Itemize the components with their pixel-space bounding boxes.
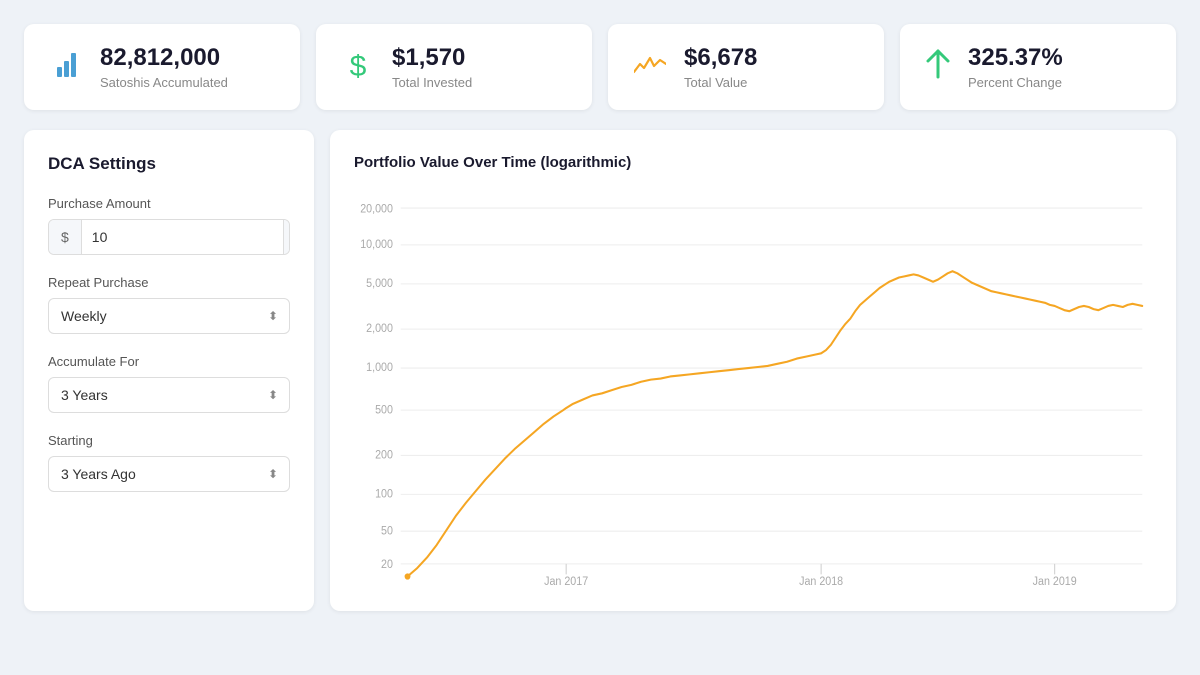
settings-panel: DCA Settings Purchase Amount $ .00 Repea… [24,130,314,611]
purchase-amount-input[interactable] [82,220,283,254]
invested-value: $1,570 [392,44,472,73]
svg-text:100: 100 [375,488,393,500]
svg-text:10,000: 10,000 [360,239,393,251]
satoshis-value: 82,812,000 [100,44,228,73]
accumulate-select-wrapper: 1 Year 2 Years 3 Years 5 Years ⬍ [48,377,290,413]
accumulate-for-label: Accumulate For [48,354,290,369]
total-value-value: $6,678 [684,44,757,73]
percent-card: 325.37% Percent Change [900,24,1176,110]
starting-select[interactable]: 1 Year Ago 2 Years Ago 3 Years Ago 5 Yea… [48,456,290,492]
svg-text:200: 200 [375,449,393,461]
invested-info: $1,570 Total Invested [392,44,472,90]
repeat-purchase-group: Repeat Purchase Daily Weekly Monthly ⬍ [48,275,290,334]
chart-area: 20,000 10,000 5,000 2,000 1,000 500 200 … [354,187,1152,587]
chart-title: Portfolio Value Over Time (logarithmic) [354,154,1152,171]
purchase-amount-group: Purchase Amount $ .00 [48,196,290,255]
svg-text:Jan 2018: Jan 2018 [799,575,843,586]
repeat-purchase-label: Repeat Purchase [48,275,290,290]
settings-title: DCA Settings [48,154,290,174]
total-value-info: $6,678 Total Value [684,44,757,90]
bottom-section: DCA Settings Purchase Amount $ .00 Repea… [24,130,1176,611]
satoshis-card: 82,812,000 Satoshis Accumulated [24,24,300,110]
percent-info: 325.37% Percent Change [968,44,1063,90]
arrow-up-icon [924,47,952,86]
svg-text:1,000: 1,000 [366,362,393,374]
percent-label: Percent Change [968,75,1063,90]
wave-icon [632,51,668,83]
invested-label: Total Invested [392,75,472,90]
svg-text:20,000: 20,000 [360,203,393,215]
dollar-prefix: $ [49,220,82,254]
accumulate-for-group: Accumulate For 1 Year 2 Years 3 Years 5 … [48,354,290,413]
starting-label: Starting [48,433,290,448]
svg-text:Jan 2017: Jan 2017 [544,575,588,586]
dollar-icon: $ [340,50,376,84]
total-value-card: $6,678 Total Value [608,24,884,110]
purchase-amount-input-wrapper: $ .00 [48,219,290,255]
invested-card: $ $1,570 Total Invested [316,24,592,110]
satoshis-label: Satoshis Accumulated [100,75,228,90]
purchase-amount-label: Purchase Amount [48,196,290,211]
top-cards-section: 82,812,000 Satoshis Accumulated $ $1,570… [24,24,1176,110]
repeat-purchase-select-wrapper: Daily Weekly Monthly ⬍ [48,298,290,334]
bar-chart-icon [48,49,84,84]
percent-value: 325.37% [968,44,1063,73]
satoshis-info: 82,812,000 Satoshis Accumulated [100,44,228,90]
svg-text:50: 50 [381,525,393,537]
portfolio-chart: 20,000 10,000 5,000 2,000 1,000 500 200 … [354,187,1152,587]
total-value-label: Total Value [684,75,757,90]
decimal-suffix: .00 [283,220,290,254]
svg-text:20: 20 [381,559,393,571]
accumulate-for-select[interactable]: 1 Year 2 Years 3 Years 5 Years [48,377,290,413]
chart-panel: Portfolio Value Over Time (logarithmic) … [330,130,1176,611]
svg-text:2,000: 2,000 [366,323,393,335]
svg-text:5,000: 5,000 [366,277,393,289]
svg-text:500: 500 [375,404,393,416]
svg-text:Jan 2019: Jan 2019 [1033,575,1077,586]
repeat-purchase-select[interactable]: Daily Weekly Monthly [48,298,290,334]
starting-select-wrapper: 1 Year Ago 2 Years Ago 3 Years Ago 5 Yea… [48,456,290,492]
starting-group: Starting 1 Year Ago 2 Years Ago 3 Years … [48,433,290,492]
